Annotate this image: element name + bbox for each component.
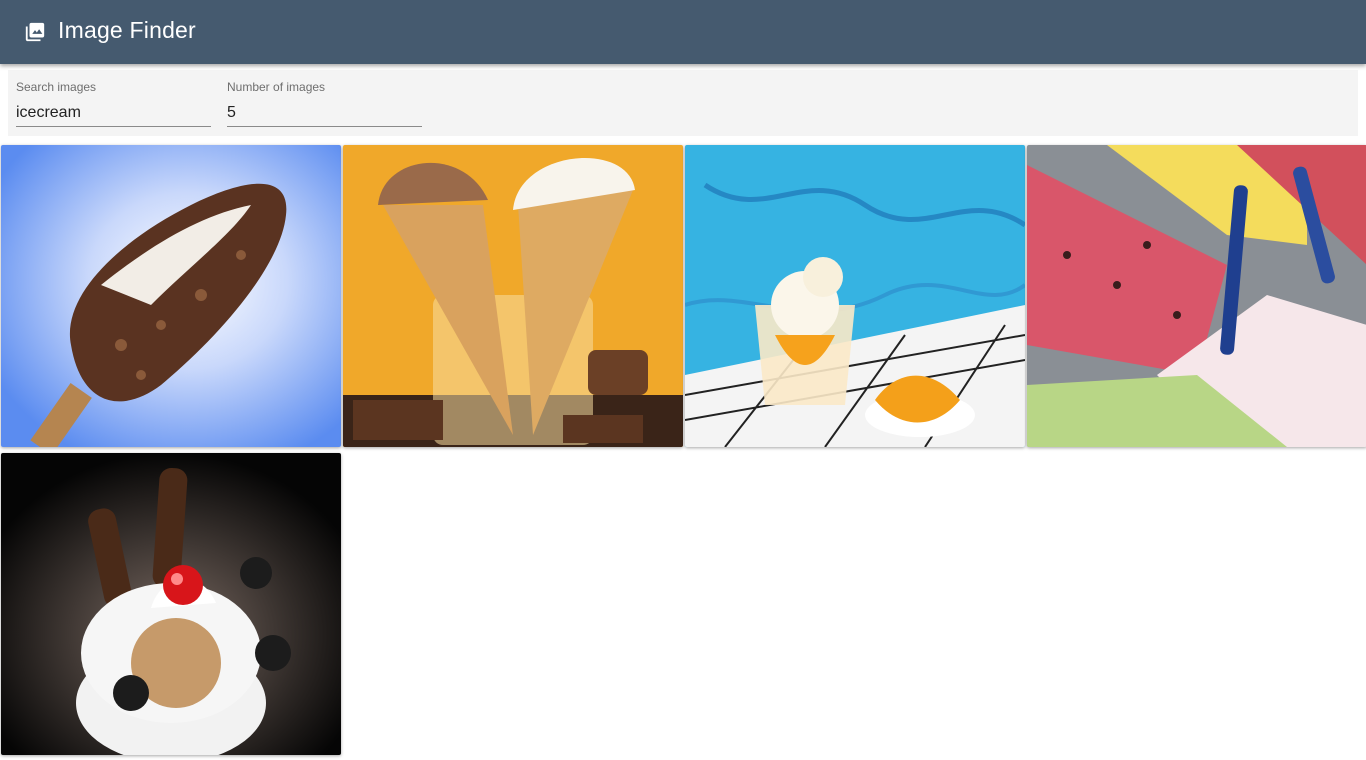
image-card[interactable] <box>343 145 683 447</box>
search-panel: Search images Number of images <box>8 70 1358 136</box>
image-icecream-peaches <box>685 145 1025 447</box>
image-card[interactable] <box>685 145 1025 447</box>
count-field: Number of images <box>227 70 422 128</box>
search-field-label: Search images <box>16 80 97 94</box>
image-card[interactable] <box>1027 145 1366 447</box>
image-gelato-trays <box>1027 145 1366 447</box>
search-input[interactable] <box>16 100 211 127</box>
image-icecream-bar <box>1 145 341 447</box>
search-field: Search images <box>16 70 211 128</box>
app-title: Image Finder <box>58 17 196 43</box>
count-input[interactable] <box>227 100 422 127</box>
image-card[interactable] <box>1 145 341 447</box>
image-card[interactable] <box>1 453 341 755</box>
image-icecream-cones <box>343 145 683 447</box>
image-icecream-sundae <box>1 453 341 755</box>
count-field-label: Number of images <box>227 80 326 94</box>
photo-library-icon <box>25 22 45 42</box>
app-bar: Image Finder <box>0 0 1366 64</box>
